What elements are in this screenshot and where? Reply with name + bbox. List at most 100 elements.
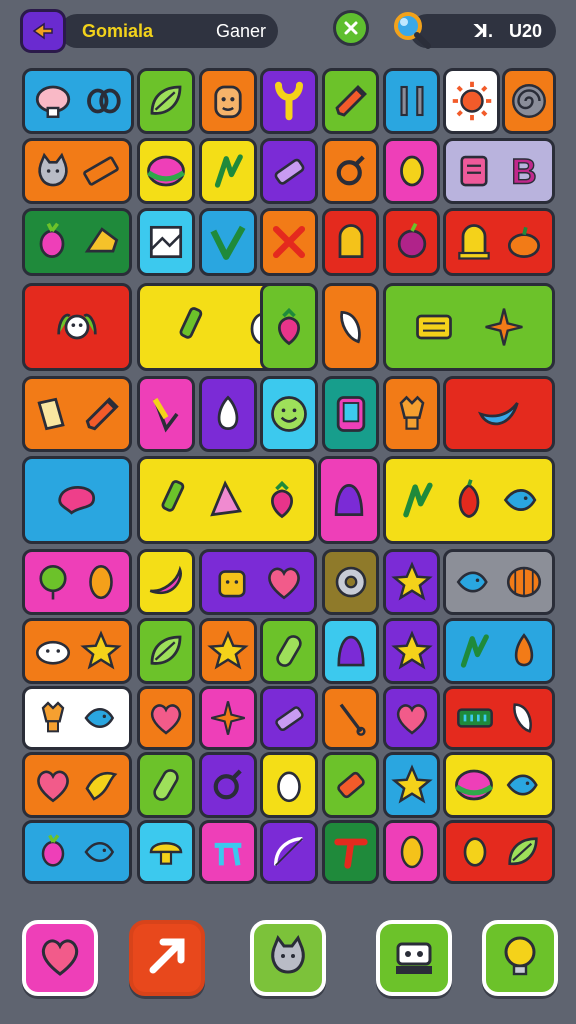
tile-pot[interactable] bbox=[199, 549, 317, 615]
favorites-button[interactable] bbox=[22, 920, 98, 996]
tile-watermelon[interactable] bbox=[137, 138, 195, 204]
send-button[interactable] bbox=[129, 920, 205, 996]
tile-heart[interactable] bbox=[22, 752, 132, 818]
tile-strawberry[interactable] bbox=[260, 283, 318, 371]
cow-icon bbox=[32, 630, 74, 672]
blob-icon bbox=[55, 478, 99, 522]
tile-ring[interactable] bbox=[199, 752, 257, 818]
tile-peanut[interactable] bbox=[383, 820, 440, 884]
tile-plum[interactable] bbox=[383, 208, 440, 276]
sprout-icon bbox=[207, 150, 249, 192]
tile-tombstone[interactable] bbox=[443, 208, 555, 276]
tile-mushroom[interactable] bbox=[137, 820, 195, 884]
tile-star[interactable] bbox=[383, 618, 440, 684]
tile-cross[interactable] bbox=[260, 208, 318, 276]
tile-cucumber[interactable] bbox=[137, 752, 195, 818]
tile-sprout[interactable] bbox=[443, 618, 555, 684]
tile-check[interactable] bbox=[199, 208, 257, 276]
tile-plant[interactable] bbox=[260, 68, 318, 134]
tile-lamp[interactable] bbox=[383, 376, 440, 452]
tile-lamp[interactable] bbox=[22, 686, 132, 750]
tile-leaf[interactable] bbox=[137, 68, 195, 134]
smiley-icon bbox=[267, 392, 311, 436]
tile-leaf[interactable] bbox=[137, 618, 195, 684]
tile-letter-t[interactable] bbox=[322, 820, 379, 884]
crayon-icon bbox=[269, 698, 309, 738]
tile-bow[interactable] bbox=[260, 820, 318, 884]
tile-crayon[interactable] bbox=[260, 686, 318, 750]
tile-sun[interactable] bbox=[443, 68, 500, 134]
tile-fish[interactable] bbox=[443, 549, 555, 615]
gate-icon bbox=[208, 832, 248, 872]
tile-scroll[interactable] bbox=[383, 283, 555, 371]
tile-egg[interactable] bbox=[260, 752, 318, 818]
tile-label[interactable] bbox=[443, 686, 555, 750]
tile-star[interactable] bbox=[383, 752, 440, 818]
tile-bars[interactable] bbox=[383, 68, 440, 134]
tile-tablet[interactable] bbox=[322, 376, 379, 452]
peanut-icon bbox=[392, 832, 432, 872]
feather-icon bbox=[503, 698, 543, 738]
sprout-icon bbox=[395, 478, 439, 522]
tile-face[interactable] bbox=[199, 68, 257, 134]
tile-gate[interactable] bbox=[199, 820, 257, 884]
tile-sparkle[interactable] bbox=[199, 686, 257, 750]
tile-notebook[interactable]: B bbox=[443, 138, 555, 204]
tile-tomb[interactable] bbox=[322, 208, 379, 276]
tile-cat[interactable] bbox=[22, 138, 132, 204]
tile-bell[interactable] bbox=[322, 618, 379, 684]
machine-button[interactable] bbox=[376, 920, 452, 996]
tile-ring[interactable] bbox=[322, 138, 379, 204]
sprout-icon bbox=[453, 630, 495, 672]
tile-pencil[interactable] bbox=[322, 68, 379, 134]
tile-radish[interactable] bbox=[22, 208, 132, 276]
pet-button[interactable] bbox=[250, 920, 326, 996]
cucumber-icon bbox=[145, 764, 187, 806]
radish-icon bbox=[30, 220, 74, 264]
tile-bell[interactable] bbox=[318, 456, 380, 544]
hint-button[interactable] bbox=[482, 920, 558, 996]
tile-sprout[interactable] bbox=[383, 456, 555, 544]
tile-star[interactable] bbox=[199, 618, 257, 684]
game-board: B bbox=[0, 0, 576, 900]
pencil-icon bbox=[80, 392, 124, 436]
cheese-icon bbox=[80, 220, 124, 264]
tile-star[interactable] bbox=[383, 549, 440, 615]
tile-banana[interactable] bbox=[443, 376, 555, 452]
tile-balloon[interactable] bbox=[22, 549, 132, 615]
tile-book[interactable] bbox=[22, 376, 132, 452]
tile-lemon[interactable] bbox=[383, 138, 440, 204]
tile-smiley[interactable] bbox=[260, 376, 318, 452]
heart-icon bbox=[146, 698, 186, 738]
tile-garlic[interactable] bbox=[199, 376, 257, 452]
tile-radish[interactable] bbox=[22, 820, 132, 884]
compass-icon bbox=[144, 392, 188, 436]
tile-spiral[interactable] bbox=[502, 68, 556, 134]
tile-feather[interactable] bbox=[322, 283, 379, 371]
lamp-icon bbox=[33, 698, 73, 738]
tile-brain[interactable] bbox=[22, 68, 134, 134]
sun-icon bbox=[451, 80, 493, 122]
tile-cow[interactable] bbox=[22, 618, 132, 684]
tombstone-icon bbox=[452, 220, 496, 264]
tile-watermelon[interactable] bbox=[443, 752, 555, 818]
tile-heart[interactable] bbox=[383, 686, 440, 750]
tile-crayon[interactable] bbox=[260, 138, 318, 204]
seed-icon bbox=[80, 561, 122, 603]
tile-blob[interactable] bbox=[22, 456, 132, 544]
tile-tube[interactable] bbox=[322, 752, 379, 818]
tile-sprout[interactable] bbox=[199, 138, 257, 204]
tile-safety-pin[interactable] bbox=[322, 686, 379, 750]
shell-icon bbox=[503, 561, 545, 603]
tile-donut[interactable] bbox=[322, 549, 379, 615]
tile-cucumber[interactable] bbox=[260, 618, 318, 684]
tile-compass[interactable] bbox=[137, 376, 195, 452]
tile-ghost[interactable] bbox=[22, 283, 132, 371]
tile-lemon[interactable] bbox=[443, 820, 555, 884]
tile-heart[interactable] bbox=[137, 686, 195, 750]
tile-chili[interactable] bbox=[137, 549, 195, 615]
heart-icon bbox=[263, 561, 305, 603]
tile-pen[interactable] bbox=[137, 456, 317, 544]
egg-icon bbox=[268, 764, 310, 806]
tile-picture[interactable] bbox=[137, 208, 195, 276]
